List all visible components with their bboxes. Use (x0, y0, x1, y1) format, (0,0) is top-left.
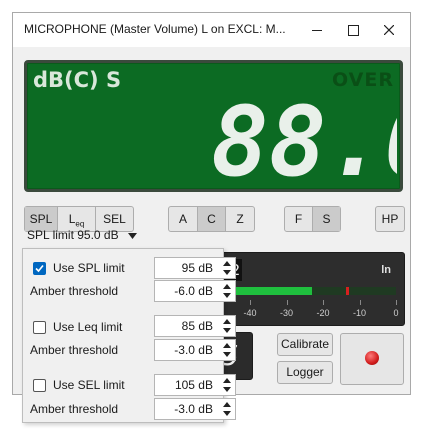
leq-amber-threshold-label: Amber threshold (30, 343, 119, 357)
checkbox-unchecked-icon (33, 379, 46, 392)
spinner-arrows-icon (223, 402, 231, 416)
meter-tick-label: -30 (279, 308, 294, 318)
maximize-button[interactable] (335, 13, 371, 47)
spl-amber-threshold-value: -6.0 dB (174, 284, 213, 298)
weighting-z-button[interactable]: Z (226, 207, 254, 231)
hp-button[interactable]: HP (375, 206, 405, 232)
spinner-arrows-icon (223, 319, 231, 333)
spl-limit-dropdown[interactable]: SPL limit 95.0 dB (27, 228, 137, 242)
spl-limit-spinner[interactable]: 95 dB (154, 257, 236, 279)
window-title: MICROPHONE (Master Volume) L on EXCL: M.… (24, 22, 286, 36)
spl-amber-threshold-spinner[interactable]: -6.0 dB (154, 280, 236, 302)
close-icon (384, 25, 394, 35)
meter-bar-fill (224, 287, 312, 295)
over-indicator: OVER (332, 69, 394, 91)
leq-amber-threshold-value: -3.0 dB (174, 343, 213, 357)
chevron-down-icon (127, 232, 137, 239)
meter-tick-label: -40 (243, 308, 257, 318)
meter-tick (250, 300, 251, 305)
sel-amber-threshold-label: Amber threshold (30, 402, 119, 416)
minimize-icon (312, 30, 322, 31)
meter-tick (396, 300, 397, 305)
meter-tick (323, 300, 324, 305)
slow-button[interactable]: S (313, 207, 340, 231)
spl-limit-dropdown-label: SPL limit 95.0 dB (27, 228, 119, 242)
weighting-group: A C Z (168, 206, 255, 232)
meter-scale: -40 -30 -20 -10 0 (220, 300, 404, 326)
sel-amber-threshold-value: -3.0 dB (174, 402, 213, 416)
checkbox-checked-icon (33, 262, 46, 275)
meter-tick-label: -10 (352, 308, 367, 318)
record-button[interactable] (340, 333, 404, 385)
spinner-arrows-icon (223, 378, 231, 392)
leq-amber-threshold-spinner[interactable]: -3.0 dB (154, 339, 236, 361)
use-spl-limit-label: Use SPL limit (53, 261, 125, 275)
spl-limit-popup: Use SPL limit 95 dB Amber threshold -6.0… (22, 248, 236, 423)
meter-tick (286, 300, 288, 305)
spinner-arrows-icon (223, 343, 231, 357)
level-value-text: 88.0 (211, 93, 397, 183)
spl-limit-value: 95 dB (181, 261, 213, 275)
sel-limit-value: 105 dB (174, 378, 213, 392)
spinner-arrows-icon (223, 284, 231, 298)
use-leq-limit-label: Use Leq limit (53, 320, 123, 334)
weighting-c-button[interactable]: C (198, 207, 226, 231)
leq-limit-value: 85 dB (181, 319, 213, 333)
time-weighting-group: F S (284, 206, 341, 232)
app-window: MICROPHONE (Master Volume) L on EXCL: M.… (12, 12, 411, 423)
sel-amber-threshold-spinner[interactable]: -3.0 dB (154, 398, 236, 420)
logger-button[interactable]: Logger (277, 361, 333, 384)
meter-tick-label: 0 (393, 308, 399, 318)
weighting-a-button[interactable]: A (169, 207, 198, 231)
maximize-icon (348, 25, 359, 36)
record-icon (365, 351, 379, 365)
level-meter: 32 ln -40-30-20-100 (219, 252, 405, 326)
fast-button[interactable]: F (285, 207, 313, 231)
level-value-digits: 88.0 (211, 93, 397, 183)
close-button[interactable] (371, 13, 407, 47)
leq-limit-spinner[interactable]: 85 dB (154, 315, 236, 337)
meter-bar-track (224, 287, 396, 295)
meter-peak-marker (346, 287, 349, 295)
meter-mode-label: ln (381, 264, 391, 276)
meter-tick-label: -20 (316, 308, 330, 318)
minimize-button[interactable] (299, 13, 335, 47)
weighting-mode-label: dB(C) S (33, 68, 122, 92)
spinner-arrows-icon (223, 261, 231, 275)
use-sel-limit-label: Use SEL limit (53, 378, 125, 392)
meter-tick (359, 300, 361, 305)
sel-limit-spinner[interactable]: 105 dB (154, 374, 236, 396)
level-display: dB(C) S OVER 88.0 (24, 60, 403, 192)
spl-amber-threshold-label: Amber threshold (30, 284, 119, 298)
checkbox-unchecked-icon (33, 321, 46, 334)
title-bar: MICROPHONE (Master Volume) L on EXCL: M.… (13, 13, 410, 47)
calibrate-button[interactable]: Calibrate (277, 333, 333, 356)
